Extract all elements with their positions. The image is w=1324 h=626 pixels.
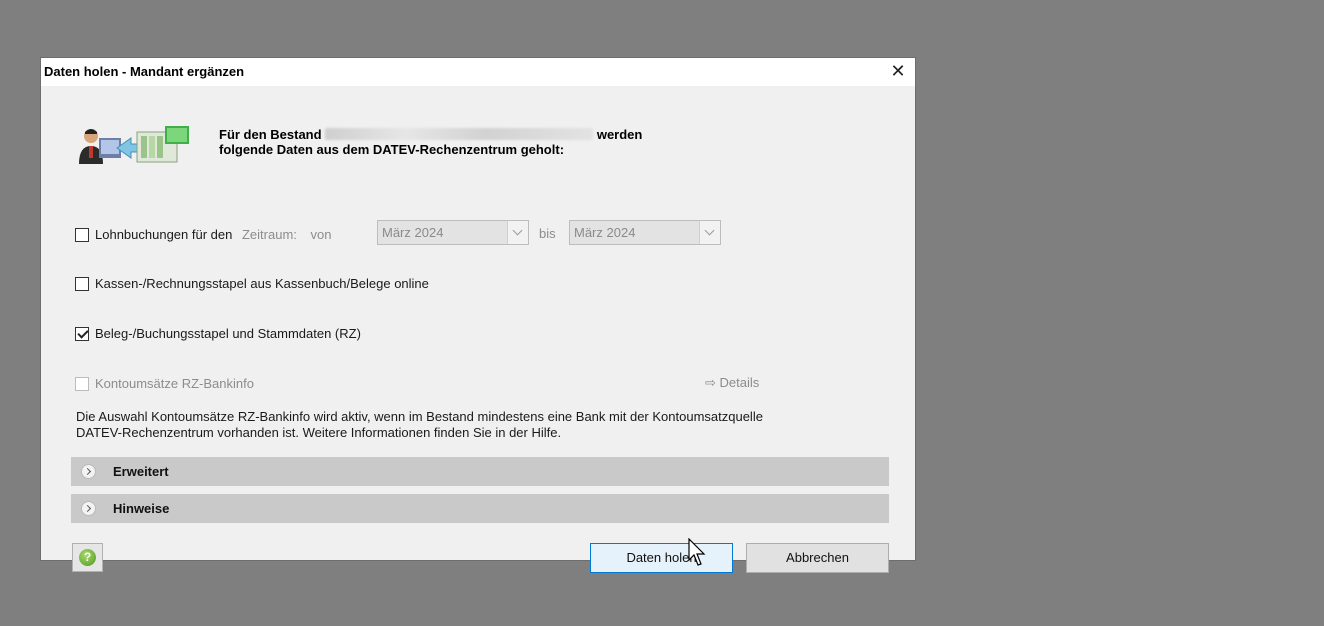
bis-value: März 2024 bbox=[574, 225, 636, 240]
abbrechen-button[interactable]: Abbrechen bbox=[746, 543, 889, 573]
chevron-down-icon[interactable] bbox=[699, 221, 720, 244]
close-icon[interactable]: ✕ bbox=[887, 60, 909, 82]
intro-line1-prefix: Für den Bestand bbox=[219, 127, 322, 142]
intro-line2: folgende Daten aus dem DATEV-Rechenzentr… bbox=[219, 142, 565, 157]
section-erweitert[interactable]: Erweitert bbox=[71, 457, 889, 486]
bis-label: bis bbox=[539, 226, 556, 241]
section-title: Hinweise bbox=[113, 501, 170, 516]
chevron-down-icon[interactable] bbox=[507, 221, 528, 244]
datev-transfer-icon bbox=[79, 126, 189, 164]
option-beleg-row: Beleg-/Buchungsstapel und Stammdaten (RZ… bbox=[75, 325, 361, 341]
bis-select[interactable]: März 2024 bbox=[569, 220, 721, 245]
info-line1: Die Auswahl Kontoumsätze RZ-Bankinfo wir… bbox=[76, 409, 763, 424]
info-text: Die Auswahl Kontoumsätze RZ-Bankinfo wir… bbox=[76, 409, 876, 441]
redacted-bestand bbox=[325, 128, 594, 140]
section-title: Erweitert bbox=[113, 464, 169, 479]
details-link: ⇨ Details bbox=[705, 375, 760, 390]
dialog-window: Daten holen - Mandant ergänzen ✕ Für den… bbox=[40, 57, 916, 573]
daten-holen-button[interactable]: Daten holen bbox=[590, 543, 733, 573]
intro-text: Für den Bestand werden folgende Daten au… bbox=[219, 127, 642, 157]
kassen-checkbox[interactable] bbox=[75, 276, 89, 291]
von-label: von bbox=[310, 227, 332, 243]
chevron-right-icon[interactable] bbox=[81, 501, 96, 516]
konto-checkbox bbox=[75, 376, 89, 391]
von-value: März 2024 bbox=[382, 225, 444, 240]
title-bar: Daten holen - Mandant ergänzen ✕ bbox=[41, 58, 915, 86]
mouse-cursor-icon bbox=[688, 538, 706, 566]
beleg-label: Beleg-/Buchungsstapel und Stammdaten (RZ… bbox=[95, 326, 361, 342]
option-konto-row: Kontoumsätze RZ-Bankinfo bbox=[75, 375, 254, 391]
window-title: Daten holen - Mandant ergänzen bbox=[44, 64, 245, 79]
info-line2: DATEV-Rechenzentrum vorhanden ist. Weite… bbox=[76, 425, 562, 440]
konto-label: Kontoumsätze RZ-Bankinfo bbox=[95, 376, 254, 392]
dialog-content: Für den Bestand werden folgende Daten au… bbox=[41, 86, 915, 573]
option-lohn-row: Lohnbuchungen für den Zeitraum: von März… bbox=[75, 220, 721, 245]
chevron-right-icon[interactable] bbox=[81, 464, 96, 479]
beleg-checkbox[interactable] bbox=[75, 326, 89, 341]
kassen-label: Kassen-/Rechnungsstapel aus Kassenbuch/B… bbox=[95, 276, 429, 292]
intro-line1-suffix: werden bbox=[596, 127, 643, 142]
zeitraum-label: Zeitraum: bbox=[241, 227, 297, 243]
von-select[interactable]: März 2024 bbox=[377, 220, 529, 245]
help-button[interactable]: ? bbox=[72, 543, 103, 572]
lohn-label: Lohnbuchungen für den bbox=[95, 227, 233, 243]
lohn-checkbox[interactable] bbox=[75, 227, 89, 242]
section-hinweise[interactable]: Hinweise bbox=[71, 494, 889, 523]
option-kassen-row: Kassen-/Rechnungsstapel aus Kassenbuch/B… bbox=[75, 275, 429, 291]
help-icon: ? bbox=[79, 549, 96, 566]
